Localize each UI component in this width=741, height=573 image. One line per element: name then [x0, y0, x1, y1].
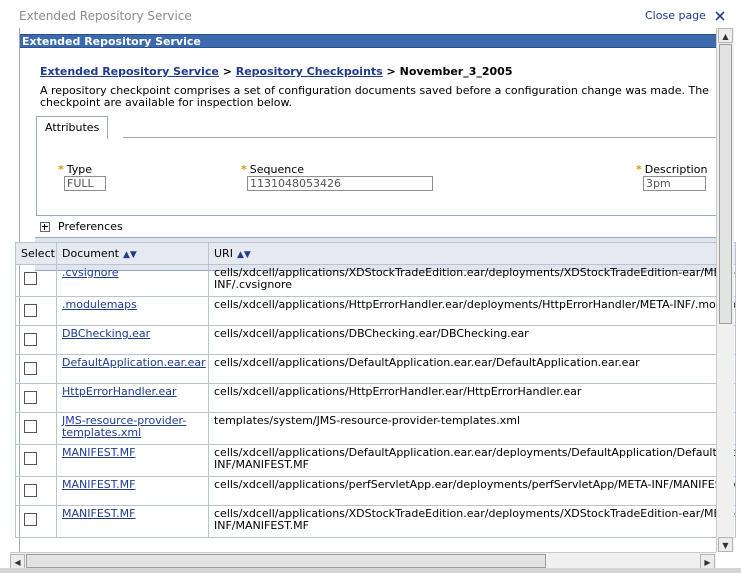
- type-field[interactable]: FULL: [64, 176, 106, 191]
- horizontal-scroll-thumb[interactable]: [26, 554, 546, 568]
- document-link[interactable]: MANIFEST.MF: [62, 507, 135, 520]
- close-page-link[interactable]: Close page: [645, 9, 706, 22]
- scroll-down-icon[interactable]: ▼: [718, 537, 733, 552]
- uri-text: cells/xdcell/applications/DefaultApplica…: [214, 356, 640, 369]
- row-select-checkbox[interactable]: [24, 420, 37, 433]
- sequence-field[interactable]: 1131048053426: [247, 176, 433, 191]
- close-icon[interactable]: [715, 11, 725, 21]
- uri-text-continued: INF/MANIFEST.MF: [214, 458, 309, 471]
- table-row: MANIFEST.MF cells/xdcell/applications/XD…: [15, 505, 736, 538]
- row-select-checkbox[interactable]: [24, 452, 37, 465]
- row-select-checkbox[interactable]: [24, 304, 37, 317]
- breadcrumb-link-repository-checkpoints[interactable]: Repository Checkpoints: [236, 65, 383, 78]
- vertical-scrollbar[interactable]: ▲ ▼: [716, 28, 734, 552]
- row-select-checkbox[interactable]: [24, 272, 37, 285]
- column-header-document[interactable]: Document ▲▼: [56, 242, 209, 265]
- uri-text: cells/xdcell/applications/HttpErrorHandl…: [214, 385, 582, 398]
- preferences-toggle[interactable]: Preferences: [40, 220, 123, 233]
- page-title: Extended Repository Service: [19, 9, 192, 23]
- document-link[interactable]: MANIFEST.MF: [62, 446, 135, 459]
- page-header: Extended Repository Service Close page: [0, 0, 741, 28]
- breadcrumb-current: November_3_2005: [399, 65, 513, 78]
- document-link[interactable]: MANIFEST.MF: [62, 478, 135, 491]
- description-field[interactable]: 3pm: [643, 176, 706, 191]
- row-select-checkbox[interactable]: [24, 484, 37, 497]
- document-link[interactable]: .modulemaps: [62, 298, 137, 311]
- vertical-scroll-thumb[interactable]: [719, 44, 732, 324]
- uri-text: cells/xdcell/applications/HttpErrorHandl…: [214, 298, 736, 311]
- table-row: MANIFEST.MF cells/xdcell/applications/De…: [15, 444, 736, 477]
- breadcrumb-link-extended-repository-service[interactable]: Extended Repository Service: [40, 65, 219, 78]
- row-select-checkbox[interactable]: [24, 333, 37, 346]
- table-row: DefaultApplication.ear.ear cells/xdcell/…: [15, 354, 736, 384]
- table-row: MANIFEST.MF cells/xdcell/applications/pe…: [15, 476, 736, 506]
- table-row: DBChecking.ear cells/xdcell/applications…: [15, 325, 736, 355]
- sort-updown-icon[interactable]: ▲▼: [123, 250, 137, 260]
- scroll-left-icon[interactable]: ◀: [10, 554, 25, 569]
- portlet-title: Extended Repository Service: [20, 34, 716, 48]
- uri-text-continued: INF/MANIFEST.MF: [214, 519, 309, 532]
- breadcrumb-separator: >: [382, 65, 400, 78]
- row-select-checkbox[interactable]: [24, 391, 37, 404]
- document-link[interactable]: DBChecking.ear: [62, 327, 150, 340]
- description-label: * Description: [636, 163, 708, 176]
- sort-updown-icon[interactable]: ▲▼: [237, 250, 251, 260]
- documents-table: Select Document ▲▼ URI ▲▼ .cvsignore cells…: [15, 242, 736, 538]
- horizontal-scrollbar[interactable]: ◀ ▶: [10, 552, 716, 569]
- scroll-up-icon[interactable]: ▲: [718, 28, 733, 43]
- column-header-uri[interactable]: URI ▲▼: [208, 242, 736, 265]
- row-select-checkbox[interactable]: [24, 362, 37, 375]
- table-row: HttpErrorHandler.ear cells/xdcell/applic…: [15, 383, 736, 413]
- uri-text: cells/xdcell/applications/perfServletApp…: [214, 478, 736, 491]
- required-marker: *: [58, 163, 64, 176]
- type-label: * Type: [58, 163, 93, 176]
- document-link[interactable]: JMS-resource-provider-templates.xml: [62, 414, 186, 439]
- document-link[interactable]: .cvsignore: [62, 266, 119, 279]
- breadcrumb: Extended Repository Service > Repository…: [40, 65, 513, 78]
- table-row: .modulemaps cells/xdcell/applications/Ht…: [15, 296, 736, 326]
- uri-text: templates/system/JMS-resource-provider-t…: [214, 414, 521, 427]
- plus-box-icon[interactable]: [40, 222, 50, 232]
- tab-attributes[interactable]: Attributes: [36, 116, 109, 139]
- table-row: .cvsignore cells/xdcell/applications/XDS…: [15, 264, 736, 297]
- table-row: JMS-resource-provider-templates.xml temp…: [15, 412, 736, 445]
- row-select-checkbox[interactable]: [24, 513, 37, 526]
- scroll-right-icon[interactable]: ▶: [700, 554, 715, 569]
- required-marker: *: [636, 163, 642, 176]
- preferences-label: Preferences: [58, 220, 123, 233]
- breadcrumb-separator: >: [218, 65, 236, 78]
- required-marker: *: [241, 163, 247, 176]
- page-description: A repository checkpoint comprises a set …: [40, 84, 709, 109]
- window-bottom-border: [0, 568, 741, 573]
- uri-text-continued: INF/.cvsignore: [214, 278, 293, 291]
- document-link[interactable]: DefaultApplication.ear.ear: [62, 356, 206, 369]
- sequence-label: * Sequence: [241, 163, 305, 176]
- table-header-row: Select Document ▲▼ URI ▲▼: [15, 242, 736, 265]
- uri-text: cells/xdcell/applications/DBChecking.ear…: [214, 327, 529, 340]
- column-header-select: Select: [15, 242, 57, 265]
- document-link[interactable]: HttpErrorHandler.ear: [62, 385, 177, 398]
